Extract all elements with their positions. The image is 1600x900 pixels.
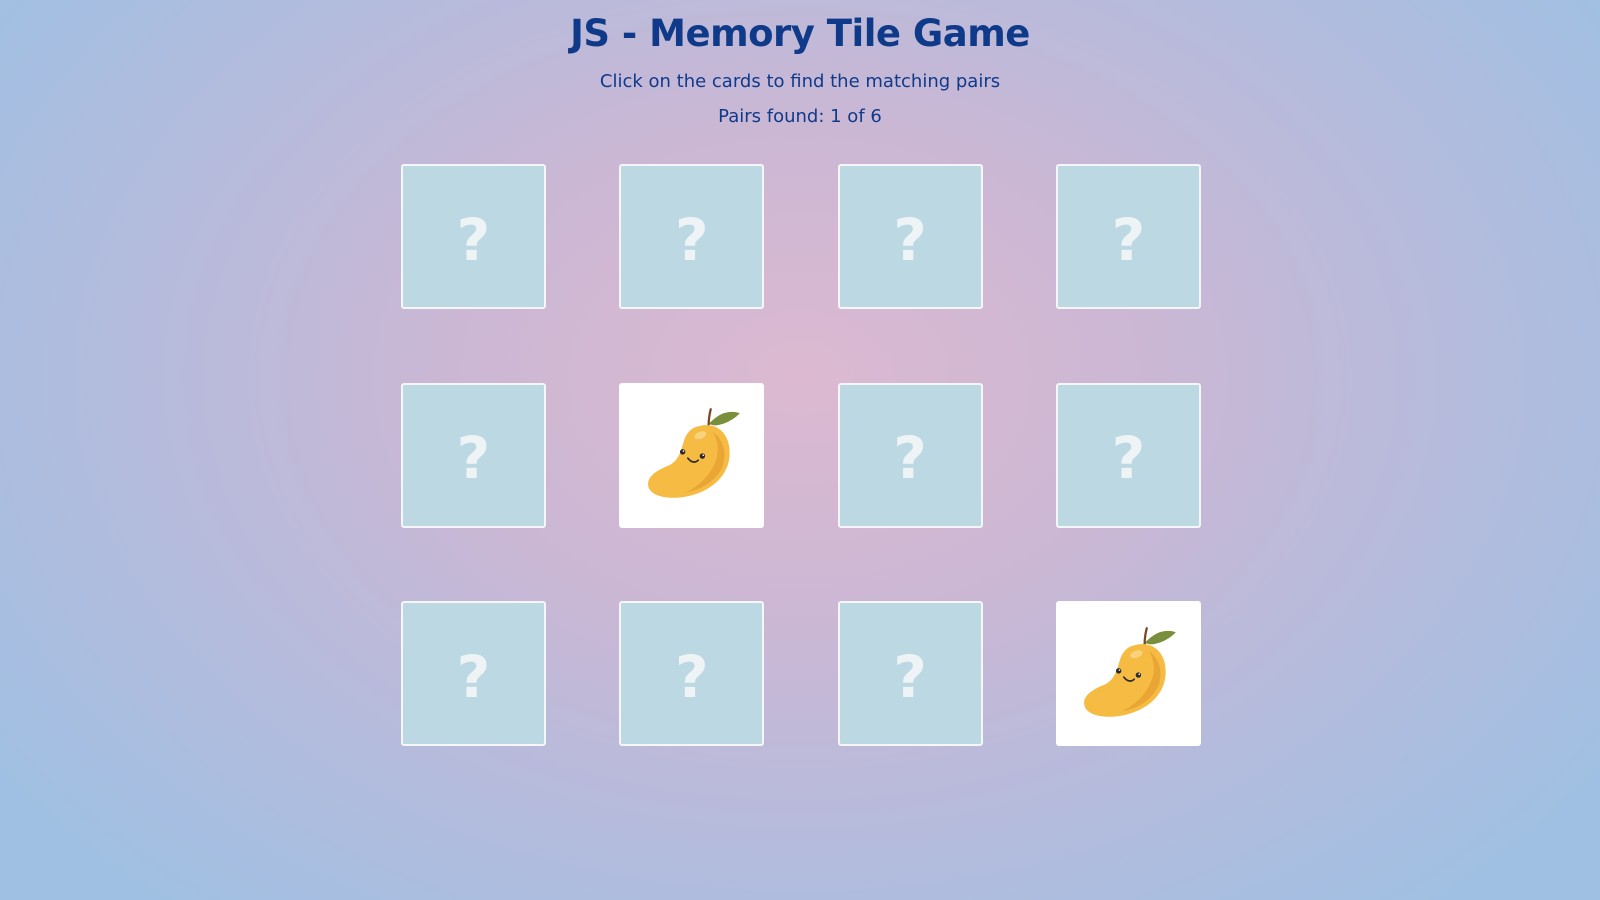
- card-8[interactable]: ?: [1055, 382, 1201, 528]
- pairs-found-status: Pairs found: 1 of 6: [718, 106, 882, 127]
- card-6[interactable]: [619, 382, 765, 528]
- card-2[interactable]: ?: [619, 164, 765, 309]
- card-11[interactable]: ?: [837, 601, 983, 746]
- question-mark: ?: [674, 205, 709, 274]
- card-grid: ? ? ? ? ? ? ? ? ? ?: [401, 164, 1202, 746]
- question-mark: ?: [456, 642, 491, 711]
- card-7[interactable]: ?: [837, 382, 983, 528]
- question-mark: ?: [674, 642, 709, 711]
- question-mark: ?: [893, 205, 927, 274]
- page-title: JS - Memory Tile Game: [570, 12, 1030, 55]
- card-5[interactable]: ?: [401, 382, 546, 528]
- card-12[interactable]: [1055, 601, 1201, 746]
- card-9[interactable]: ?: [401, 601, 546, 746]
- question-mark: ?: [456, 205, 491, 274]
- instructions-text: Click on the cards to find the matching …: [599, 71, 1001, 92]
- question-mark: ?: [1111, 205, 1146, 274]
- card-1[interactable]: ?: [401, 164, 546, 309]
- card-3[interactable]: ?: [837, 164, 983, 309]
- question-mark: ?: [893, 642, 927, 711]
- card-4[interactable]: ?: [1055, 164, 1201, 309]
- question-mark: ?: [893, 424, 927, 492]
- card-10[interactable]: ?: [619, 601, 765, 746]
- question-mark: ?: [1111, 424, 1146, 492]
- mango-icon: [647, 408, 740, 498]
- mango-icon: [1084, 626, 1177, 717]
- question-mark: ?: [456, 424, 491, 492]
